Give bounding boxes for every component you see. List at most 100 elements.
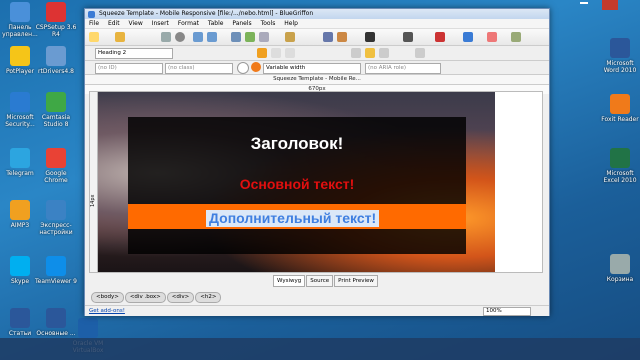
format-select[interactable]: Heading 2 bbox=[95, 48, 173, 59]
tab-wysiwyg[interactable]: Wysiwyg bbox=[273, 275, 306, 287]
left-desktop-icon[interactable]: Экспресс-настройки bbox=[34, 200, 78, 236]
link-icon[interactable] bbox=[231, 32, 241, 42]
app-icon bbox=[10, 256, 30, 276]
main-text[interactable]: Основной текст! bbox=[128, 176, 466, 192]
save-icon[interactable] bbox=[161, 32, 171, 42]
app-icon bbox=[10, 46, 30, 66]
right-desktop-icon[interactable]: Корзина bbox=[598, 254, 640, 283]
right-desktop-icon[interactable]: Microsoft Excel 2010 bbox=[598, 148, 640, 184]
video-icon[interactable] bbox=[323, 32, 333, 42]
form-icon[interactable] bbox=[285, 32, 295, 42]
desktop-icon-label: Microsoft Word 2010 bbox=[603, 60, 637, 74]
italic-icon[interactable] bbox=[271, 48, 281, 58]
content-box[interactable]: Заголовок! Основной текст! Дополнительны… bbox=[128, 117, 466, 254]
heading[interactable]: Заголовок! bbox=[128, 134, 466, 154]
window-controls[interactable] bbox=[580, 0, 618, 10]
app-icon bbox=[46, 308, 66, 328]
spell-icon[interactable] bbox=[463, 32, 473, 42]
window-title: Squeeze Template - Mobile Responsive [fi… bbox=[99, 10, 314, 17]
align-right-icon[interactable] bbox=[379, 48, 389, 58]
extra-text[interactable]: Дополнительный текст! bbox=[206, 210, 380, 227]
page-background-image: Заголовок! Основной текст! Дополнительны… bbox=[98, 92, 495, 272]
app-icon bbox=[10, 92, 30, 112]
tab-print-preview[interactable]: Print Preview bbox=[334, 275, 378, 287]
minimize-icon[interactable] bbox=[580, 2, 588, 4]
right-desktop-icon[interactable]: Microsoft Word 2010 bbox=[598, 38, 640, 74]
close-doc-icon[interactable] bbox=[175, 32, 185, 42]
menu-file[interactable]: File bbox=[89, 20, 99, 27]
background-color-icon[interactable] bbox=[237, 62, 249, 74]
app-icon bbox=[10, 200, 30, 220]
new-file-icon[interactable] bbox=[89, 32, 99, 42]
menu-format[interactable]: Format bbox=[178, 20, 199, 27]
wysiwyg-editor[interactable]: 14px Заголовок! Основной текст! Дополнит… bbox=[89, 91, 543, 273]
desktop-icon-label: Microsoft Excel 2010 bbox=[603, 170, 637, 184]
audio-icon[interactable] bbox=[337, 32, 347, 42]
left-desktop-icon[interactable]: TeamViewer 9 bbox=[34, 256, 78, 285]
list-icon[interactable] bbox=[415, 48, 425, 58]
title-bar: Squeeze Template - Mobile Responsive [fi… bbox=[85, 9, 549, 19]
desktop-icon-label: rtDrivers4.8 bbox=[38, 68, 74, 75]
desktop-icon-label: TeamViewer 9 bbox=[35, 278, 77, 285]
desktop-icon-label: Google Chrome bbox=[44, 170, 68, 184]
table-icon[interactable] bbox=[259, 32, 269, 42]
left-desktop-icon[interactable]: rtDrivers4.8 bbox=[34, 46, 78, 75]
width-select[interactable]: Variable width bbox=[263, 63, 361, 74]
menu-bar: File Edit View Insert Format Table Panel… bbox=[85, 19, 549, 29]
left-desktop-icon[interactable]: Camtasia Studio 8 bbox=[34, 92, 78, 128]
menu-tools[interactable]: Tools bbox=[261, 20, 276, 27]
view-tabs: Wysiwyg Source Print Preview bbox=[273, 275, 379, 287]
crumb-div[interactable]: <div> bbox=[166, 292, 195, 303]
menu-edit[interactable]: Edit bbox=[108, 20, 120, 27]
tab-source[interactable]: Source bbox=[306, 275, 334, 287]
align-left-icon[interactable] bbox=[351, 48, 361, 58]
app-icon bbox=[610, 148, 630, 168]
app-icon bbox=[46, 92, 66, 112]
app-icon bbox=[10, 2, 30, 22]
id-select[interactable]: (no ID) bbox=[95, 63, 163, 74]
html5-icon[interactable] bbox=[365, 32, 375, 42]
align-center-icon[interactable] bbox=[365, 48, 375, 58]
status-bar: Get add-ons! 100% bbox=[85, 305, 549, 316]
menu-view[interactable]: View bbox=[129, 20, 143, 27]
main-toolbar bbox=[85, 29, 549, 46]
color-icon[interactable] bbox=[435, 32, 445, 42]
crumb-h2[interactable]: <h2> bbox=[195, 292, 222, 303]
bluegriffon-window: Squeeze Template - Mobile Responsive [fi… bbox=[84, 8, 550, 316]
desktop-icon-label: Корзина bbox=[606, 276, 634, 283]
image-icon[interactable] bbox=[245, 32, 255, 42]
menu-table[interactable]: Table bbox=[208, 20, 224, 27]
text-color-icon[interactable] bbox=[251, 62, 261, 72]
zoom-select[interactable]: 100% bbox=[483, 307, 531, 316]
close-icon[interactable] bbox=[602, 0, 618, 10]
app-icon bbox=[46, 46, 66, 66]
desktop-icon-label: CSPSetup 3.6 R4 bbox=[35, 24, 77, 38]
document-tab[interactable]: Squeeze Template - Mobile Re... bbox=[85, 75, 549, 85]
taskbar bbox=[0, 338, 640, 360]
left-desktop-icon[interactable]: CSPSetup 3.6 R4 bbox=[34, 2, 78, 38]
desktop-icon-label: Camtasia Studio 8 bbox=[41, 114, 71, 128]
preview-icon[interactable] bbox=[487, 32, 497, 42]
menu-help[interactable]: Help bbox=[284, 20, 298, 27]
undo-icon[interactable] bbox=[193, 32, 203, 42]
aria-select[interactable]: (no ARIA role) bbox=[365, 63, 441, 74]
redo-icon[interactable] bbox=[207, 32, 217, 42]
bold-icon[interactable] bbox=[257, 48, 267, 58]
app-icon bbox=[10, 148, 30, 168]
app-icon bbox=[46, 2, 66, 22]
desktop-icon-label: Экспресс-настройки bbox=[39, 222, 73, 236]
underline-icon[interactable] bbox=[285, 48, 295, 58]
vruler-label: 14px bbox=[90, 194, 96, 208]
get-addons-link[interactable]: Get add-ons! bbox=[89, 306, 125, 316]
left-desktop-icon[interactable]: Google Chrome bbox=[34, 148, 78, 184]
menu-insert[interactable]: Insert bbox=[152, 20, 169, 27]
class-select[interactable]: (no class) bbox=[165, 63, 233, 74]
crumb-body[interactable]: <body> bbox=[91, 292, 124, 303]
right-desktop-icon[interactable]: Foxit Reader bbox=[598, 94, 640, 123]
tools-icon[interactable] bbox=[511, 32, 521, 42]
menu-panels[interactable]: Panels bbox=[232, 20, 251, 27]
css-icon[interactable] bbox=[403, 32, 413, 42]
app-icon bbox=[46, 200, 66, 220]
crumb-div-box[interactable]: <div .box> bbox=[124, 292, 166, 303]
open-file-icon[interactable] bbox=[115, 32, 125, 42]
